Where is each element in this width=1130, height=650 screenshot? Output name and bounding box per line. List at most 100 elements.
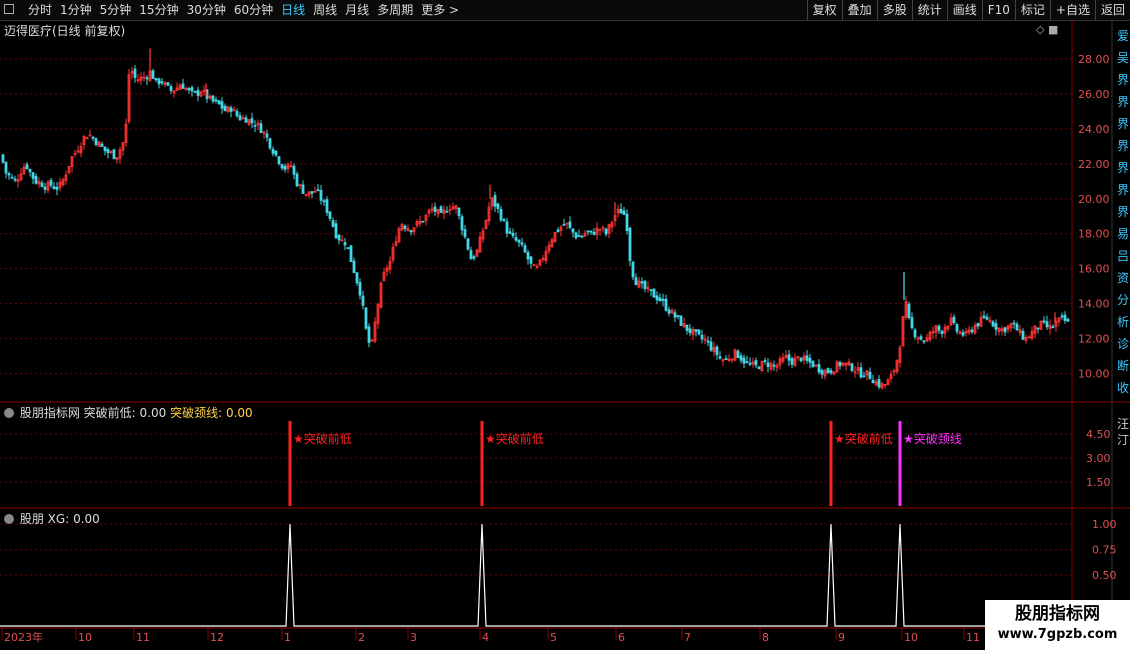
candle-body: [658, 297, 662, 302]
x-tick-label: 9: [838, 631, 845, 644]
indicator2-name[interactable]: 股朋: [20, 512, 44, 526]
candle-body: [1003, 327, 1007, 333]
candle-body: [805, 355, 809, 361]
side-text-char: 分: [1117, 293, 1129, 307]
candle-body: [871, 379, 875, 384]
candle-body: [757, 366, 761, 370]
side-text-char: 资: [1117, 271, 1129, 285]
x-tick-label: 1: [284, 631, 291, 644]
candle-body: [1060, 315, 1064, 318]
candle-body: [1015, 323, 1019, 331]
candle-body: [274, 150, 278, 156]
candle-body: [586, 230, 590, 233]
candle-body: [724, 358, 728, 361]
candle-body: [592, 231, 596, 235]
x-tick-label: 10: [78, 631, 92, 644]
candle-body: [850, 363, 854, 372]
s1-label: 突破前低:: [83, 406, 136, 420]
watermark-logo: 股朋指标网 www.7gpzb.com: [985, 600, 1130, 650]
candle-body: [736, 350, 740, 359]
candle-body: [604, 228, 608, 235]
candle-body: [187, 88, 191, 91]
collapse-icon-2[interactable]: [4, 514, 14, 524]
candle-body: [922, 340, 926, 343]
signal-bar: [288, 421, 292, 506]
candle-body: [7, 173, 11, 176]
candle-body: [745, 361, 749, 363]
candle-body: [160, 81, 164, 84]
side-text-char: 界: [1117, 183, 1129, 197]
candle-body: [4, 161, 8, 174]
y-tick-label: 28.00: [1078, 53, 1110, 66]
candle-body: [169, 86, 173, 91]
candle-body: [838, 362, 842, 367]
candle-body: [337, 234, 341, 241]
candle-body: [229, 107, 233, 112]
candle-body: [529, 256, 533, 264]
candle-body: [970, 329, 974, 333]
candle-body: [571, 228, 575, 233]
candle-body: [577, 235, 581, 237]
candle-body: [913, 329, 917, 338]
candle-body: [739, 355, 743, 361]
candle-body: [265, 133, 269, 138]
candle-body: [112, 149, 116, 160]
candle-body: [496, 203, 500, 209]
collapse-icon[interactable]: [4, 408, 14, 418]
candle-body: [982, 315, 986, 318]
candle-body: [511, 232, 515, 237]
candle-body: [622, 210, 626, 215]
candle-body: [697, 329, 701, 335]
side-text-char: 收: [1117, 381, 1129, 395]
candle-body: [667, 309, 671, 314]
candle-body: [520, 242, 524, 245]
candle-body: [310, 191, 314, 194]
x-tick-label: 2: [358, 631, 365, 644]
candle-body: [514, 237, 518, 241]
candle-body: [13, 178, 17, 181]
watermark-line2: www.7gpzb.com: [997, 627, 1118, 642]
xg-label: XG:: [47, 512, 70, 526]
candle-body: [640, 281, 644, 284]
candle-body: [985, 316, 989, 320]
candle-body: [649, 289, 653, 292]
candle-body: [49, 180, 53, 186]
candle-body: [1066, 318, 1070, 322]
candle-body: [706, 340, 710, 343]
candle-body: [250, 118, 254, 124]
x-tick-label: 3: [410, 631, 417, 644]
candle-body: [91, 136, 95, 139]
x-tick-label: 7: [684, 631, 691, 644]
candle-body: [673, 312, 677, 318]
side-text-char: 诊: [1117, 337, 1129, 351]
y-tick-label: 1.00: [1092, 518, 1117, 531]
side-text-char: 吕: [1117, 249, 1129, 263]
y-tick-label: 1.50: [1086, 476, 1111, 489]
y-tick-label: 10.00: [1078, 368, 1110, 381]
candle-body: [181, 83, 185, 89]
candle-body: [493, 195, 497, 207]
side-text-char: 断: [1117, 358, 1129, 373]
s2-label: 突破颈线:: [170, 406, 223, 420]
candle-body: [1045, 321, 1049, 328]
x-tick-label: 11: [966, 631, 980, 644]
candle-body: [361, 295, 365, 306]
candle-body: [868, 371, 872, 380]
candle-body: [94, 138, 98, 145]
x-tick-label: 4: [482, 631, 489, 644]
side-text-char: 析: [1117, 315, 1129, 329]
candle-body: [223, 105, 227, 112]
candle-body: [1051, 326, 1055, 329]
candle-body: [589, 230, 593, 233]
side-text-char: 界: [1117, 205, 1129, 219]
y-tick-label: 14.00: [1078, 298, 1110, 311]
candle-body: [328, 211, 332, 219]
signal-label: ★突破前低: [293, 431, 352, 446]
candle-body: [811, 361, 815, 368]
candle-body: [676, 315, 680, 318]
candle-body: [718, 356, 722, 359]
side-text-char: 汪: [1117, 417, 1129, 431]
y-tick-label: 24.00: [1078, 123, 1110, 136]
candle-body: [52, 186, 56, 190]
indicator1-name[interactable]: 股朋指标网: [20, 406, 80, 420]
